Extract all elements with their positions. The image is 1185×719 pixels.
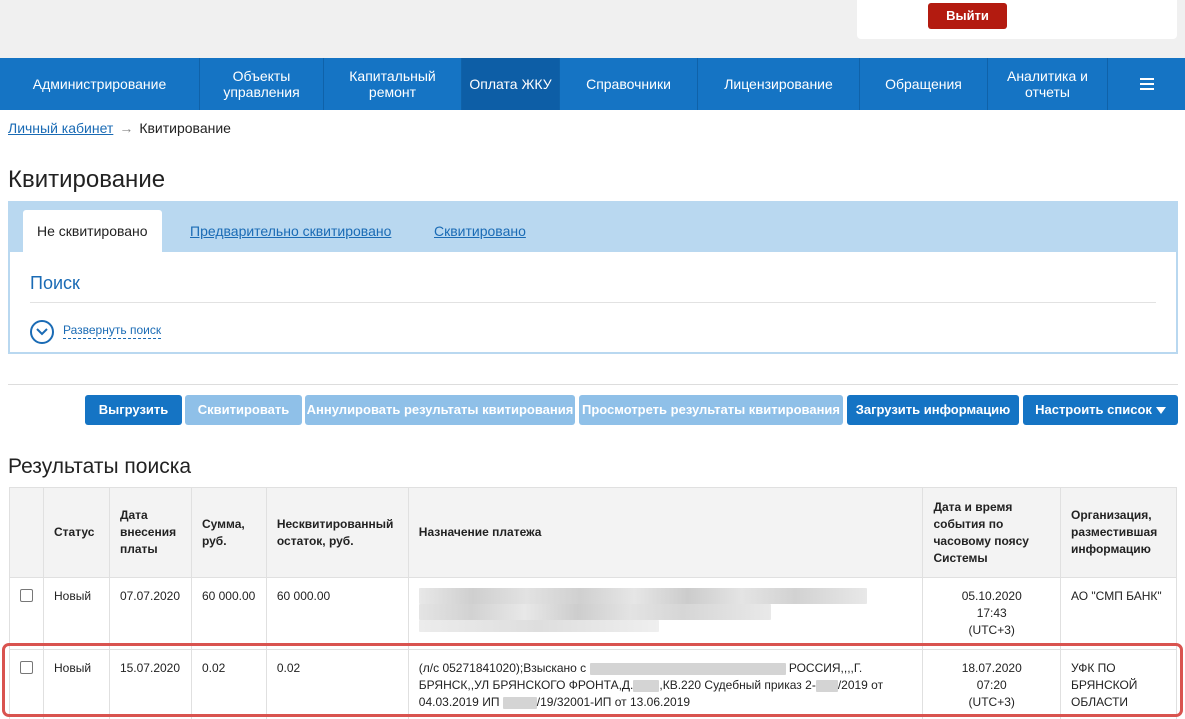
- breadcrumb: Личный кабинет → Квитирование: [8, 120, 231, 136]
- event-time: 07:20: [976, 678, 1007, 692]
- tab-not-reconciled[interactable]: Не сквитировано: [23, 210, 162, 252]
- column-header-status[interactable]: Статус: [43, 487, 110, 578]
- breadcrumb-separator: →: [119, 120, 134, 136]
- purpose-cell: [407, 577, 924, 650]
- column-header-event-datetime[interactable]: Дата и время события по часовому поясу С…: [922, 487, 1061, 578]
- upload-info-button[interactable]: Загрузить информацию: [847, 395, 1019, 425]
- configure-list-button[interactable]: Настроить список: [1023, 395, 1178, 425]
- nav-item-directories[interactable]: Справочники: [560, 58, 698, 110]
- nav-item-licensing[interactable]: Лицензирование: [698, 58, 860, 110]
- redacted-house: [633, 679, 660, 692]
- reconcile-button[interactable]: Сквитировать: [185, 395, 302, 425]
- table-row[interactable]: Новый 07.07.2020 60 000.00 60 000.00 05.…: [9, 577, 1177, 650]
- purpose-text-part: БРЯНСК,,УЛ БРЯНСКОГО ФРОНТА,Д.: [418, 678, 634, 692]
- row-select-cell: [9, 649, 44, 719]
- tab-pre-reconciled[interactable]: Предварительно сквитировано: [190, 210, 391, 252]
- tabs-bar: Не сквитировано Предварительно сквитиров…: [10, 203, 1176, 252]
- user-panel: [857, 0, 1177, 39]
- purpose-text-part: /2019 от: [837, 678, 884, 692]
- search-title: Поиск: [30, 273, 80, 293]
- column-header-select: [9, 487, 44, 578]
- table-header-row: Статус Дата внесения платы Сумма, руб. Н…: [9, 487, 1177, 578]
- row-checkbox[interactable]: [20, 661, 33, 674]
- page-title: Квитирование: [8, 166, 166, 193]
- configure-list-label: Настроить список: [1035, 402, 1152, 417]
- tabs-panel: Не сквитировано Предварительно сквитиров…: [8, 201, 1178, 354]
- breadcrumb-current: Квитирование: [139, 120, 231, 136]
- results-title: Результаты поиска: [8, 455, 192, 478]
- redacted-name: [589, 662, 786, 675]
- column-header-organization[interactable]: Организация, разместившая информацию: [1060, 487, 1177, 578]
- purpose-text-part: /19/32001-ИП от 13.06.2019: [536, 695, 691, 709]
- nav-item-management-objects[interactable]: Объекты управления: [200, 58, 324, 110]
- expand-search-link[interactable]: Развернуть поиск: [63, 322, 162, 339]
- event-timezone: (UTC+3): [968, 695, 1015, 709]
- column-header-payment-date[interactable]: Дата внесения платы: [108, 487, 192, 578]
- purpose-text-part: ,КВ.220 Судебный приказ 2-: [659, 678, 816, 692]
- organization-cell: АО "СМП БАНК": [1060, 577, 1177, 650]
- nav-item-administration[interactable]: Администрирование: [0, 58, 200, 110]
- column-header-unreconciled[interactable]: Несквитированный остаток, руб.: [265, 487, 409, 578]
- cancel-reconciliation-button[interactable]: Аннулировать результаты квитирования: [305, 395, 575, 425]
- breadcrumb-home-link[interactable]: Личный кабинет: [8, 120, 113, 136]
- column-header-purpose[interactable]: Назначение платежа: [407, 487, 924, 578]
- column-header-amount[interactable]: Сумма, руб.: [190, 487, 267, 578]
- chevron-down-circle-icon[interactable]: [30, 320, 54, 344]
- event-datetime-cell: 05.10.2020 17:43 (UTC+3): [922, 577, 1061, 650]
- search-divider: [30, 302, 1156, 303]
- redacted-ip: [502, 696, 537, 709]
- organization-cell: УФК ПО БРЯНСКОЙ ОБЛАСТИ: [1060, 649, 1177, 719]
- purpose-cell: (л/с 05271841020);Взыскано с РОССИЯ,,,,Г…: [407, 649, 924, 719]
- top-header: Выйти: [0, 0, 1185, 58]
- status-cell: Новый: [43, 649, 110, 719]
- logout-button[interactable]: Выйти: [928, 3, 1007, 29]
- row-select-cell: [9, 577, 44, 650]
- view-reconciliation-button[interactable]: Просмотреть результаты квитирования: [579, 395, 843, 425]
- section-divider: [8, 384, 1178, 385]
- status-cell: Новый: [43, 577, 110, 650]
- event-datetime-cell: 18.07.2020 07:20 (UTC+3): [922, 649, 1061, 719]
- tab-reconciled[interactable]: Сквитировано: [434, 210, 526, 252]
- export-button[interactable]: Выгрузить: [85, 395, 182, 425]
- event-time: 17:43: [976, 606, 1007, 620]
- event-date: 05.10.2020: [961, 589, 1022, 603]
- event-timezone: (UTC+3): [968, 623, 1015, 637]
- caret-down-icon: [1155, 407, 1166, 415]
- purpose-text-part: (л/с 05271841020);Взыскано с: [418, 661, 587, 675]
- unreconciled-cell: 0.02: [265, 649, 409, 719]
- nav-item-appeals[interactable]: Обращения: [860, 58, 988, 110]
- redacted-purpose-text: [418, 588, 913, 632]
- amount-cell: 60 000.00: [190, 577, 267, 650]
- amount-cell: 0.02: [190, 649, 267, 719]
- purpose-text-part: 04.03.2019 ИП: [418, 695, 500, 709]
- table-row[interactable]: Новый 15.07.2020 0.02 0.02 (л/с 05271841…: [9, 649, 1177, 719]
- nav-item-capital-repair[interactable]: Капитальный ремонт: [324, 58, 462, 110]
- results-table: Статус Дата внесения платы Сумма, руб. Н…: [9, 487, 1177, 719]
- main-navigation: Администрирование Объекты управления Кап…: [0, 58, 1185, 110]
- unreconciled-cell: 60 000.00: [265, 577, 409, 650]
- nav-item-analytics[interactable]: Аналитика и отчеты: [988, 58, 1108, 110]
- redacted-case: [815, 679, 838, 692]
- nav-item-housing-payment[interactable]: Оплата ЖКУ: [462, 58, 560, 110]
- purpose-text-part: РОССИЯ,,,,Г.: [788, 661, 863, 675]
- event-date: 18.07.2020: [961, 661, 1022, 675]
- nav-menu-button[interactable]: [1108, 58, 1185, 110]
- row-checkbox[interactable]: [20, 589, 33, 602]
- payment-date-cell: 15.07.2020: [108, 649, 192, 719]
- payment-date-cell: 07.07.2020: [108, 577, 192, 650]
- hamburger-menu-icon: [1139, 78, 1154, 90]
